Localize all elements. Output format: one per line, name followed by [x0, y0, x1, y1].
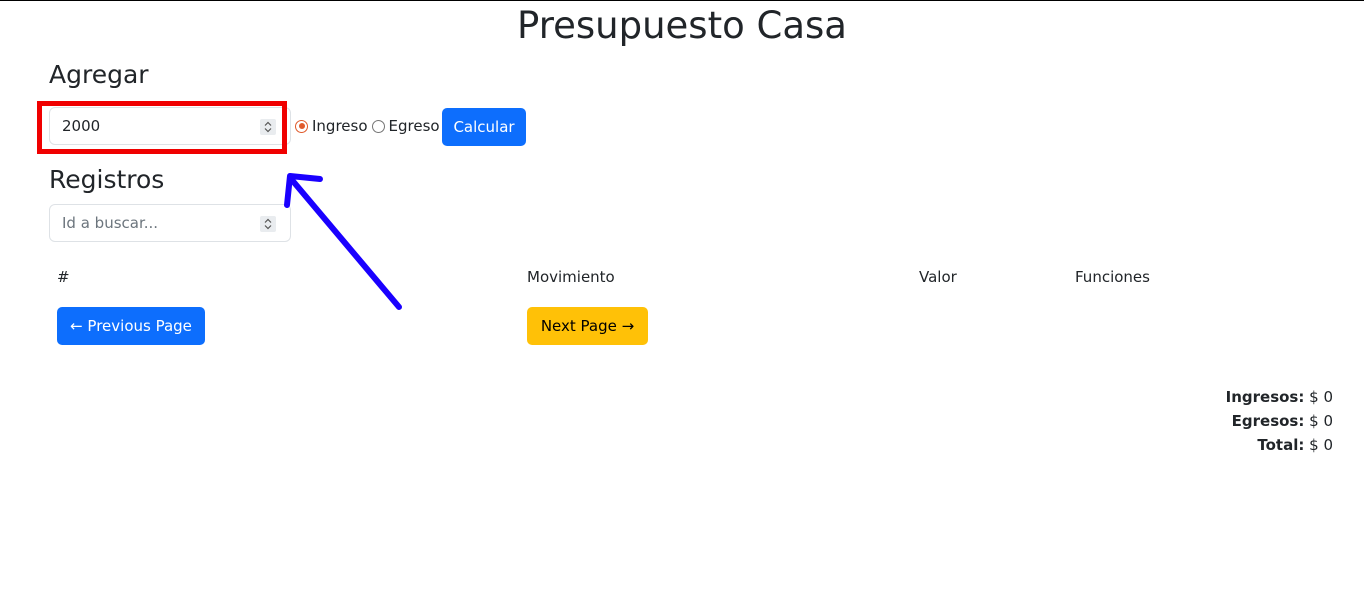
annotation-arrow-icon [284, 173, 402, 310]
